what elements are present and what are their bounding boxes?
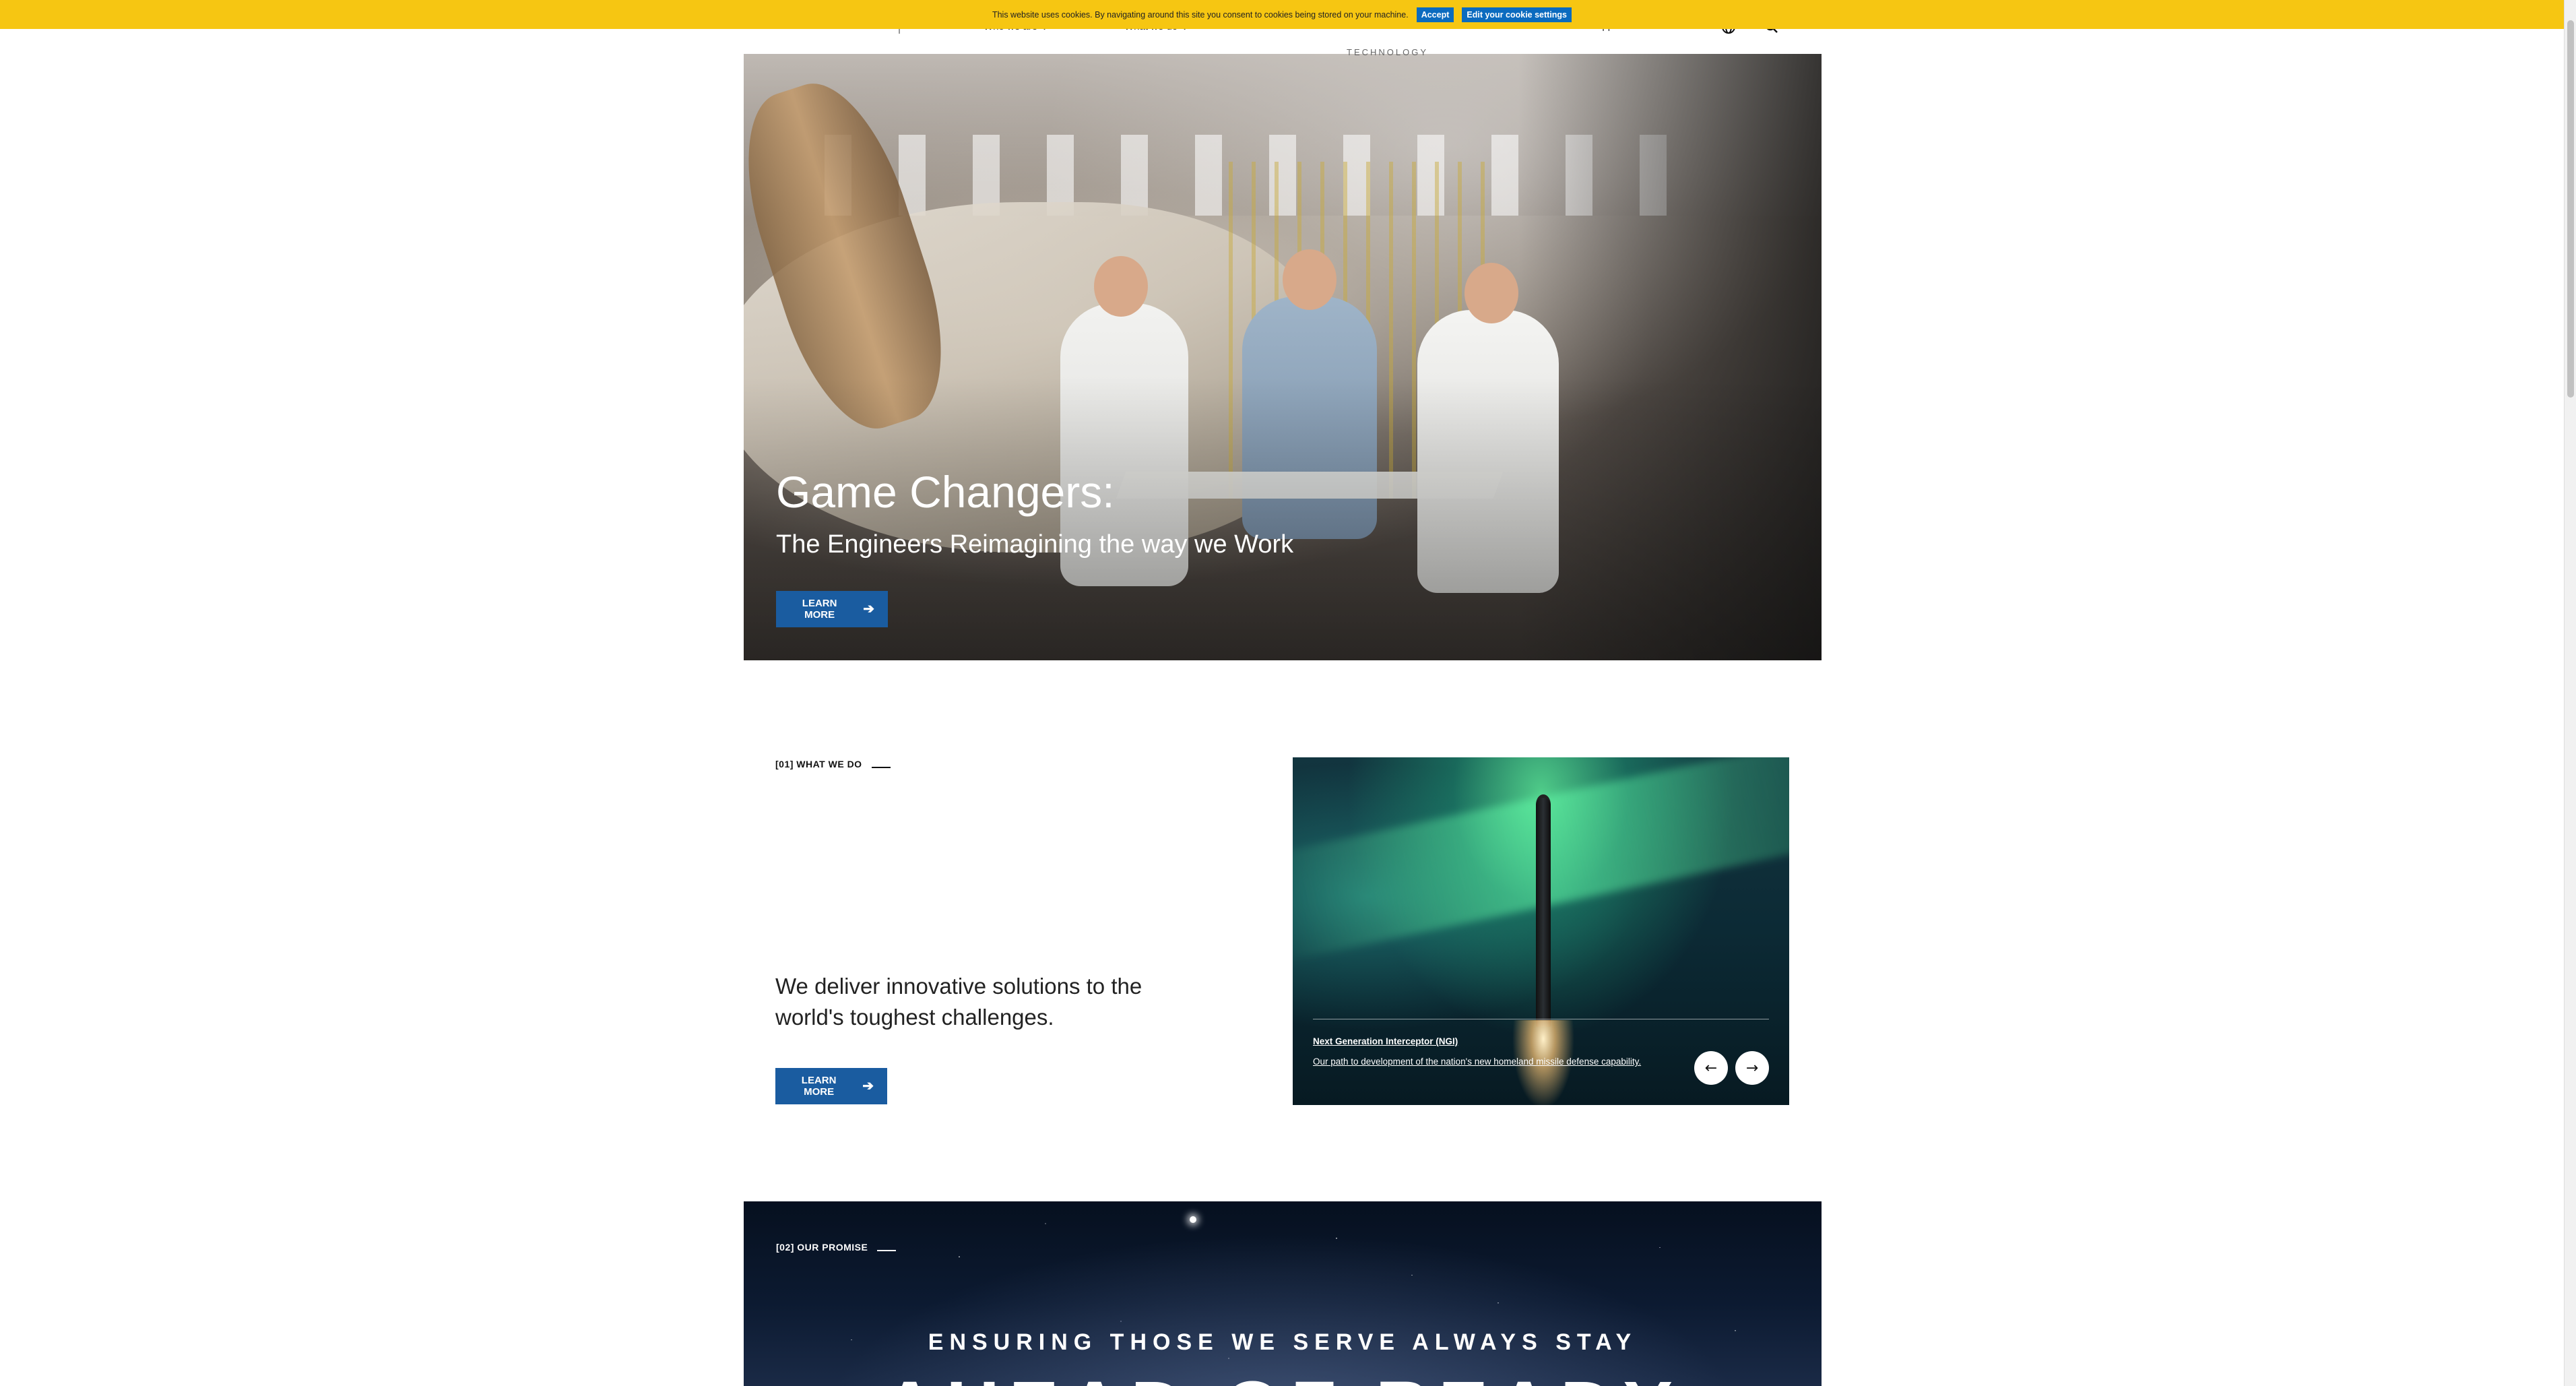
bright-star: [1190, 1216, 1196, 1223]
scrollbar-thumb[interactable]: [2567, 20, 2574, 398]
arrow-right-icon: →: [1745, 1059, 1759, 1077]
hero-subtitle: The Engineers Reimagining the way we Wor…: [776, 530, 1294, 559]
button-label: LEARN MORE: [802, 598, 837, 621]
button-label: LEARN MORE: [801, 1075, 837, 1098]
eyebrow-underline: [871, 767, 891, 768]
carousel-image-rocket: [1536, 798, 1551, 1027]
hero-gradient-overlay: [744, 377, 1822, 660]
section-eyebrow-our-promise: [02] OUR PROMISE: [776, 1242, 897, 1253]
our-promise-section: [02] OUR PROMISE ENSURING THOSE WE SERVE…: [744, 1201, 1822, 1386]
arrow-right-icon: ➔: [863, 602, 874, 617]
hero-image-head: [1283, 249, 1337, 310]
carousel-prev-button[interactable]: ←: [1694, 1051, 1728, 1085]
technology-label: TECHNOLOGY: [1347, 47, 1429, 57]
cookie-settings-button[interactable]: Edit your cookie settings: [1462, 7, 1572, 22]
hero-learn-more-button[interactable]: LEARN MORE ➔: [776, 591, 888, 627]
hero-title: Game Changers:: [776, 467, 1115, 517]
hero-image-head: [1094, 256, 1148, 317]
eyebrow-label: [01] WHAT WE DO: [775, 759, 862, 769]
eyebrow-label: [02] OUR PROMISE: [776, 1242, 868, 1253]
carousel-slide-description-link[interactable]: Our path to development of the nation's …: [1313, 1054, 1690, 1069]
arrow-right-icon: ➔: [862, 1079, 874, 1094]
starfield-background: [744, 1201, 1822, 1386]
carousel-slide-title-link[interactable]: Next Generation Interceptor (NGI): [1313, 1036, 1458, 1046]
section-eyebrow-what-we-do: [01] WHAT WE DO: [775, 759, 891, 769]
cookie-message: This website uses cookies. By navigating…: [992, 9, 1409, 20]
what-we-do-learn-more-button[interactable]: LEARN MORE ➔: [775, 1068, 887, 1104]
what-we-do-text: We deliver innovative solutions to the w…: [775, 974, 1142, 1030]
promise-headline: ENSURING THOSE WE SERVE ALWAYS STAY: [928, 1329, 1638, 1355]
cookie-accept-button[interactable]: Accept: [1416, 7, 1454, 22]
hero-banner: Game Changers: The Engineers Reimagining…: [744, 54, 1822, 660]
cookie-banner: This website uses cookies. By navigating…: [0, 0, 2564, 29]
carousel-next-button[interactable]: →: [1735, 1051, 1769, 1085]
arrow-left-icon: ←: [1704, 1059, 1718, 1077]
hero-image-head: [1464, 263, 1518, 323]
promise-headline-large: AHEAD OF READY: [744, 1365, 1822, 1386]
eyebrow-underline: [877, 1250, 897, 1251]
what-we-do-carousel: Next Generation Interceptor (NGI) Our pa…: [1293, 757, 1789, 1105]
page-scrollbar[interactable]: [2564, 0, 2576, 1386]
